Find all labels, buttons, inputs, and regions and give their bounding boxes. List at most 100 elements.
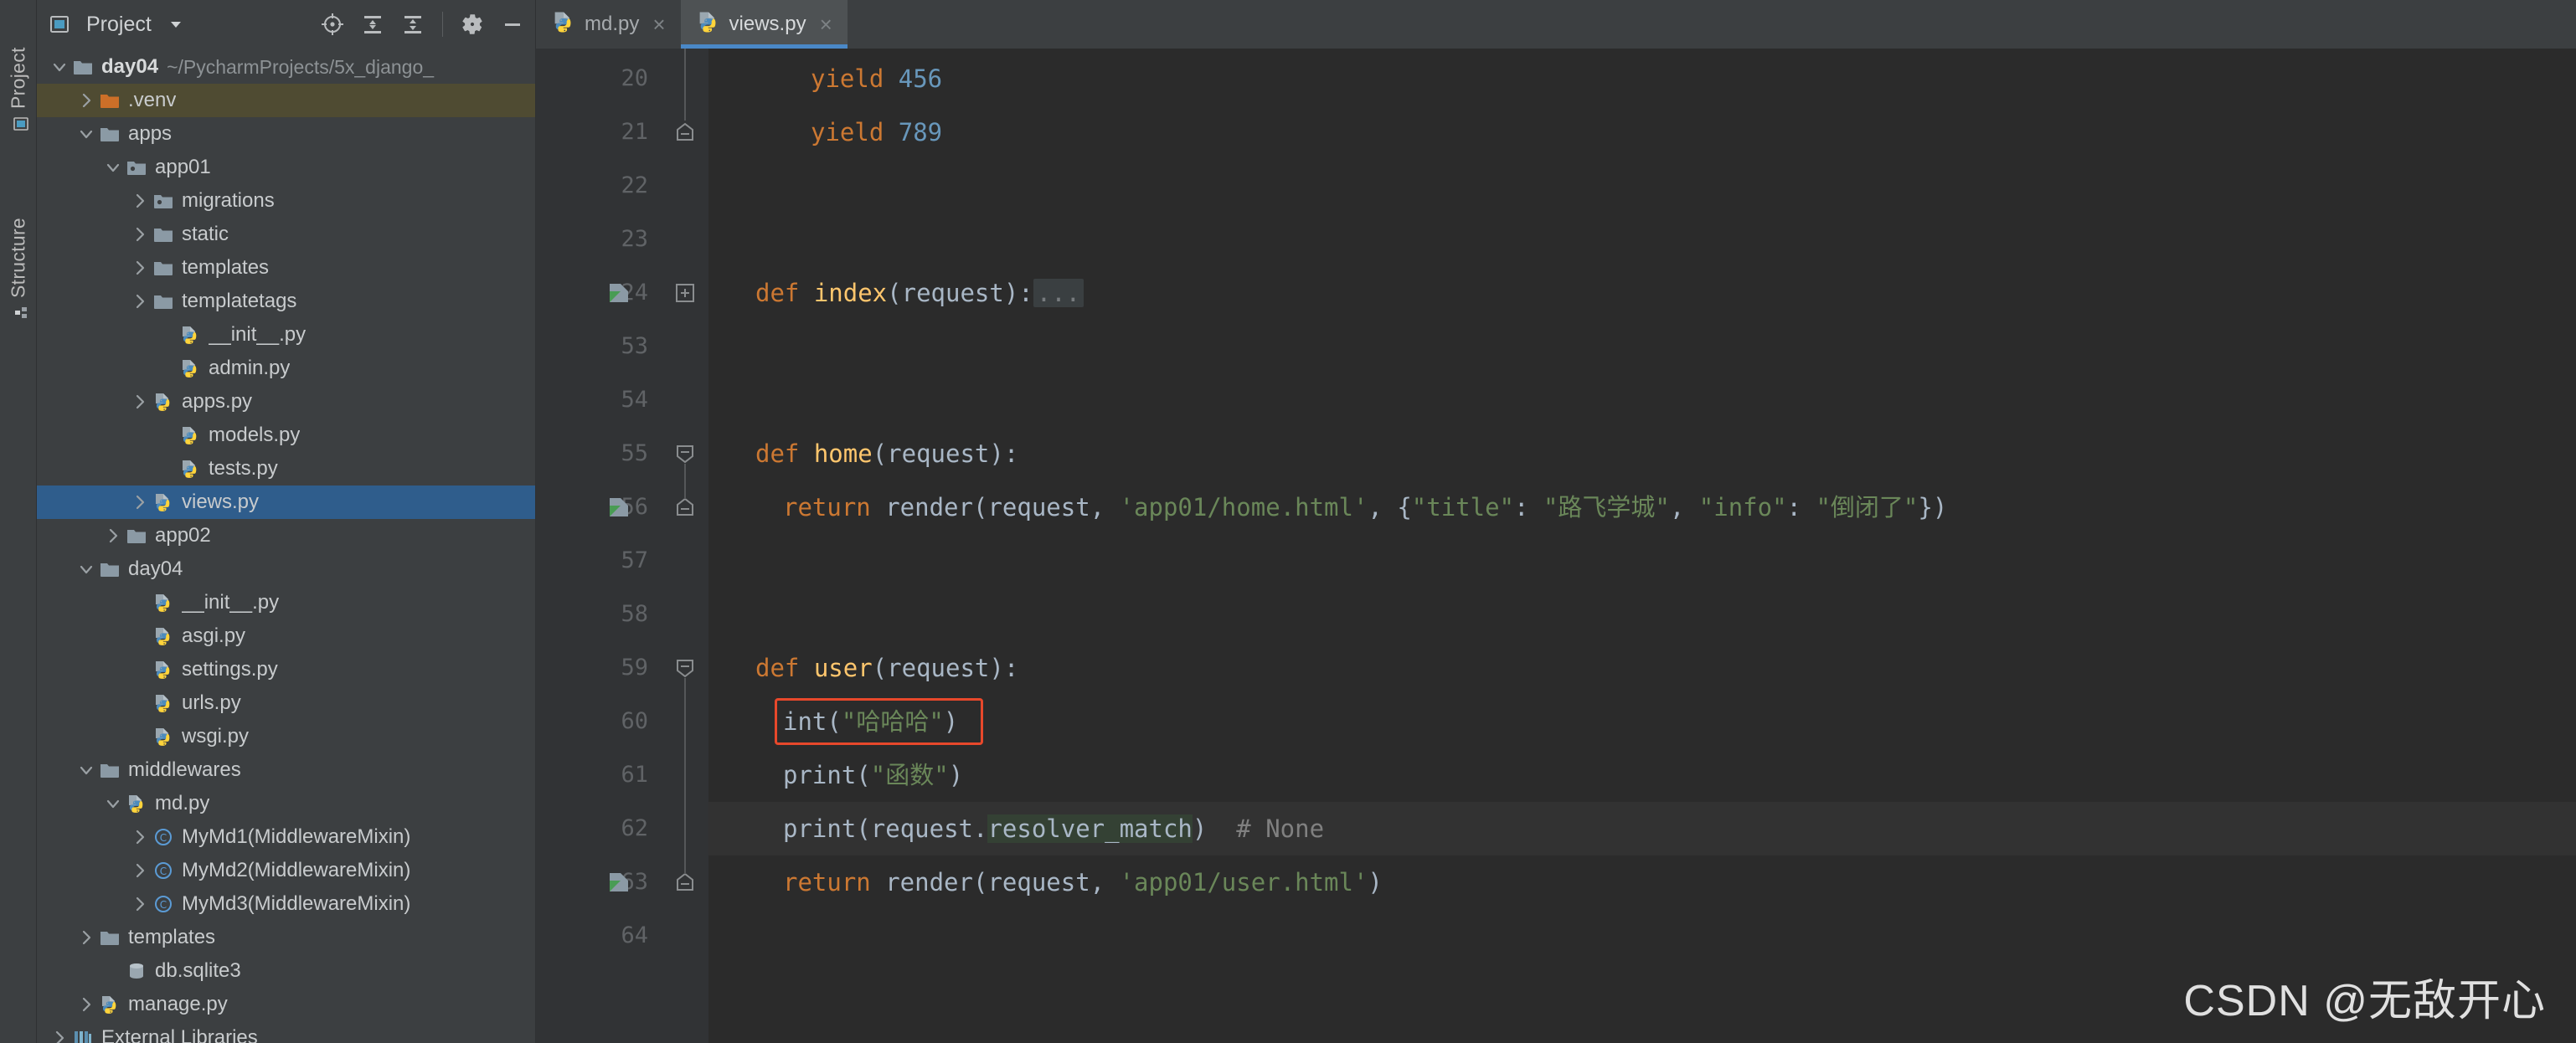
code-line[interactable]: return render(request, 'app01/user.html'… — [783, 855, 1383, 909]
scroll-from-source-icon[interactable] — [317, 8, 348, 40]
chevron-right-icon[interactable] — [102, 525, 124, 547]
tree-row[interactable]: middlewares — [37, 753, 535, 787]
chevron-down-icon[interactable] — [75, 123, 97, 145]
chevron-right-icon[interactable] — [75, 994, 97, 1015]
close-icon[interactable]: × — [652, 13, 665, 35]
tree-row[interactable]: asgi.py — [37, 619, 535, 653]
tree-row[interactable]: db.sqlite3 — [37, 954, 535, 988]
chevron-down-icon[interactable] — [102, 157, 124, 178]
chevron-down-icon[interactable] — [160, 8, 192, 40]
collapse-all-icon[interactable] — [397, 8, 429, 40]
tree-row[interactable]: md.py — [37, 787, 535, 820]
fold-end-icon[interactable] — [673, 871, 697, 894]
tree-row[interactable]: app02 — [37, 519, 535, 552]
tree-row[interactable]: migrations — [37, 184, 535, 218]
code-token: 456 — [898, 64, 943, 93]
tree-row[interactable]: app01 — [37, 151, 535, 184]
close-icon[interactable]: × — [820, 13, 832, 35]
code-line[interactable]: def index(request):... — [755, 266, 1084, 320]
fold-collapsed-icon[interactable] — [673, 281, 697, 305]
tree-row-label: __init__.py — [209, 323, 307, 346]
code-token: print — [783, 814, 857, 843]
tree-row[interactable]: apps.py — [37, 385, 535, 419]
tree-row[interactable]: templates — [37, 921, 535, 954]
chevron-right-icon[interactable] — [49, 1027, 70, 1043]
code-line[interactable]: print(request.resolver_match) # None — [783, 802, 1324, 855]
tree-row[interactable]: wsgi.py — [37, 720, 535, 753]
line-number-gutter[interactable]: 20 21 22 23 24 53 54 55 56 57 58 59 60 61 62 63 64 — [536, 49, 662, 1043]
chevron-down-icon[interactable] — [49, 56, 70, 78]
tree-row[interactable]: apps — [37, 117, 535, 151]
code-token: def — [755, 654, 814, 682]
python-icon — [152, 391, 174, 413]
code-line[interactable]: def home(request): — [755, 427, 1018, 480]
editor-tab-bar[interactable]: md.py × views.py × — [536, 0, 2576, 49]
code-token: (request, — [972, 493, 1120, 522]
code-line[interactable]: yield 456 — [811, 52, 942, 105]
chevron-right-icon[interactable] — [129, 826, 151, 848]
tree-row[interactable]: settings.py — [37, 653, 535, 686]
fold-start-icon[interactable] — [673, 656, 697, 680]
tree-row[interactable]: models.py — [37, 419, 535, 452]
code-token: render — [885, 493, 973, 522]
chevron-right-icon[interactable] — [129, 860, 151, 881]
code-content[interactable]: yield 456 yield 789 def index(request):...… — [708, 49, 2576, 1043]
code-editor[interactable]: 20 21 22 23 24 53 54 55 56 57 58 59 60 61 62 63 64 yield… — [536, 49, 2576, 1043]
expand-all-icon[interactable] — [357, 8, 389, 40]
tree-row[interactable]: C MyMd3(MiddlewareMixin) — [37, 887, 535, 921]
tree-row[interactable]: day04 — [37, 552, 535, 586]
fold-end-icon[interactable] — [673, 121, 697, 144]
run-gutter-icon[interactable] — [606, 280, 631, 306]
run-gutter-icon[interactable] — [606, 870, 631, 895]
tool-strip-tab-structure[interactable]: Structure — [0, 159, 37, 326]
hide-panel-icon[interactable] — [497, 8, 528, 40]
project-tree[interactable]: day04 ~/PycharmProjects/5x_django_ .venv ap… — [37, 49, 535, 1043]
tree-row-label: db.sqlite3 — [155, 959, 241, 982]
folder-icon — [99, 759, 121, 781]
chevron-right-icon[interactable] — [129, 290, 151, 312]
tree-row[interactable]: __init__.py — [37, 586, 535, 619]
tree-row[interactable]: views.py — [37, 486, 535, 519]
editor-tab-views-py[interactable]: views.py × — [680, 0, 848, 49]
code-line[interactable]: def user(request): — [755, 641, 1018, 695]
chevron-right-icon[interactable] — [129, 190, 151, 212]
tree-row[interactable]: __init__.py — [37, 318, 535, 352]
chevron-down-icon[interactable] — [75, 558, 97, 580]
chevron-down-icon[interactable] — [75, 759, 97, 781]
tree-row[interactable]: .venv — [37, 84, 535, 117]
code-line[interactable]: return render(request, 'app01/home.html'… — [783, 480, 1947, 534]
folder-module-icon — [126, 157, 147, 178]
tree-row[interactable]: C MyMd1(MiddlewareMixin) — [37, 820, 535, 854]
fold-end-icon[interactable] — [673, 496, 697, 519]
chevron-down-icon[interactable] — [102, 793, 124, 814]
tree-row[interactable]: admin.py — [37, 352, 535, 385]
chevron-right-icon[interactable] — [129, 224, 151, 245]
tree-row[interactable]: tests.py — [37, 452, 535, 486]
chevron-right-icon[interactable] — [75, 927, 97, 948]
tool-strip-tab-project[interactable]: Project — [0, 3, 37, 137]
tree-row[interactable]: urls.py — [37, 686, 535, 720]
editor-tab-md-py[interactable]: md.py × — [536, 0, 681, 49]
tree-row[interactable]: External Libraries — [37, 1021, 535, 1043]
code-line[interactable]: yield 789 — [811, 105, 942, 159]
tree-row[interactable]: C MyMd2(MiddlewareMixin) — [37, 854, 535, 887]
tree-row[interactable]: manage.py — [37, 988, 535, 1021]
fold-start-icon[interactable] — [673, 442, 697, 465]
chevron-right-icon[interactable] — [75, 90, 97, 111]
tree-row-path: ~/PycharmProjects/5x_django_ — [167, 55, 435, 78]
chevron-right-icon[interactable] — [129, 491, 151, 513]
code-folding-gutter[interactable] — [662, 49, 708, 1043]
run-gutter-icon[interactable] — [606, 495, 631, 520]
tree-row[interactable]: templates — [37, 251, 535, 285]
folder-icon — [99, 927, 121, 948]
chevron-right-icon[interactable] — [129, 257, 151, 279]
tree-row[interactable]: static — [37, 218, 535, 251]
chevron-right-icon[interactable] — [129, 893, 151, 915]
gear-icon[interactable] — [456, 8, 488, 40]
tree-row[interactable]: templatetags — [37, 285, 535, 318]
code-token: }) — [1918, 493, 1948, 522]
tree-row[interactable]: day04 ~/PycharmProjects/5x_django_ — [37, 50, 535, 84]
code-line[interactable]: print("函数") — [783, 748, 963, 802]
chevron-right-icon[interactable] — [129, 391, 151, 413]
